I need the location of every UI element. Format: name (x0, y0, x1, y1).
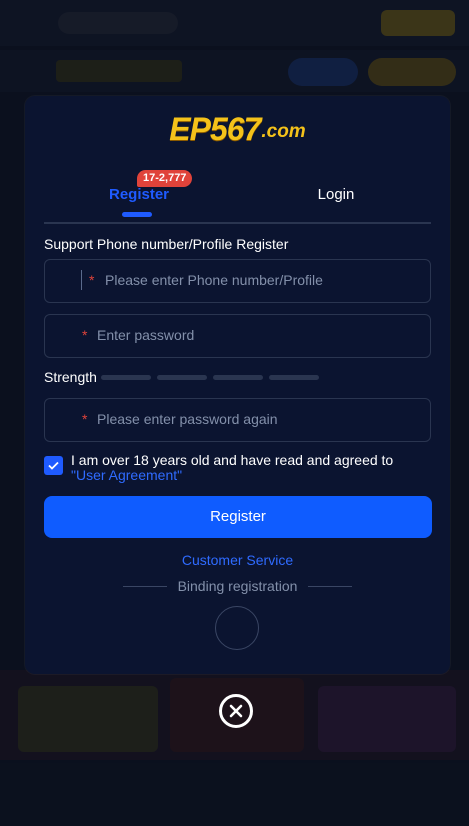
logo-suffix: .com (261, 121, 306, 142)
user-agreement-link[interactable]: "User Agreement" (71, 467, 182, 483)
phone-profile-placeholder: Please enter Phone number/Profile (105, 272, 323, 288)
strength-label: Strength (44, 369, 97, 385)
phone-profile-field[interactable]: * Please enter Phone number/Profile (44, 259, 431, 303)
text-cursor (81, 270, 82, 290)
agreement-checkbox[interactable] (44, 456, 63, 475)
tab-divider (44, 222, 431, 224)
register-method-title: Support Phone number/Profile Register (44, 236, 289, 252)
required-mark: * (82, 411, 88, 427)
register-button[interactable]: Register (44, 496, 432, 538)
password-placeholder: Enter password (97, 327, 195, 343)
auth-tabs: 17-2,777 Register Login (44, 170, 431, 224)
confirm-password-field[interactable]: * Please enter password again (44, 398, 431, 442)
divider-line (308, 586, 352, 587)
tab-register-label: Register (108, 186, 170, 203)
required-mark: * (82, 327, 88, 343)
tab-login[interactable]: Login (241, 172, 431, 222)
agreement-statement: I am over 18 years old and have read and… (71, 452, 394, 468)
strength-bar (213, 375, 263, 380)
binding-registration-label: Binding registration (177, 578, 298, 594)
strength-bar (157, 375, 207, 380)
close-icon (229, 704, 243, 718)
customer-service-link[interactable]: Customer Service (25, 552, 450, 568)
logo-text: EP567 (169, 111, 261, 147)
confirm-password-placeholder: Please enter password again (97, 411, 278, 427)
strength-bar (269, 375, 319, 380)
required-mark: * (89, 272, 95, 288)
binding-option-button[interactable] (215, 606, 259, 650)
register-bonus-badge: 17-2,777 (137, 170, 193, 187)
strength-bar (101, 375, 151, 380)
password-field[interactable]: * Enter password (44, 314, 431, 358)
tab-register[interactable]: 17-2,777 Register (44, 170, 234, 222)
close-modal-button[interactable] (219, 694, 253, 728)
active-tab-indicator (122, 212, 152, 217)
site-logo: EP567 .com (25, 109, 450, 145)
agreement-text: I am over 18 years old and have read and… (71, 453, 431, 483)
tab-login-label: Login (317, 186, 355, 203)
register-modal: EP567 .com 17-2,777 Register Login Suppo… (25, 96, 450, 674)
checkmark-icon (48, 461, 59, 470)
